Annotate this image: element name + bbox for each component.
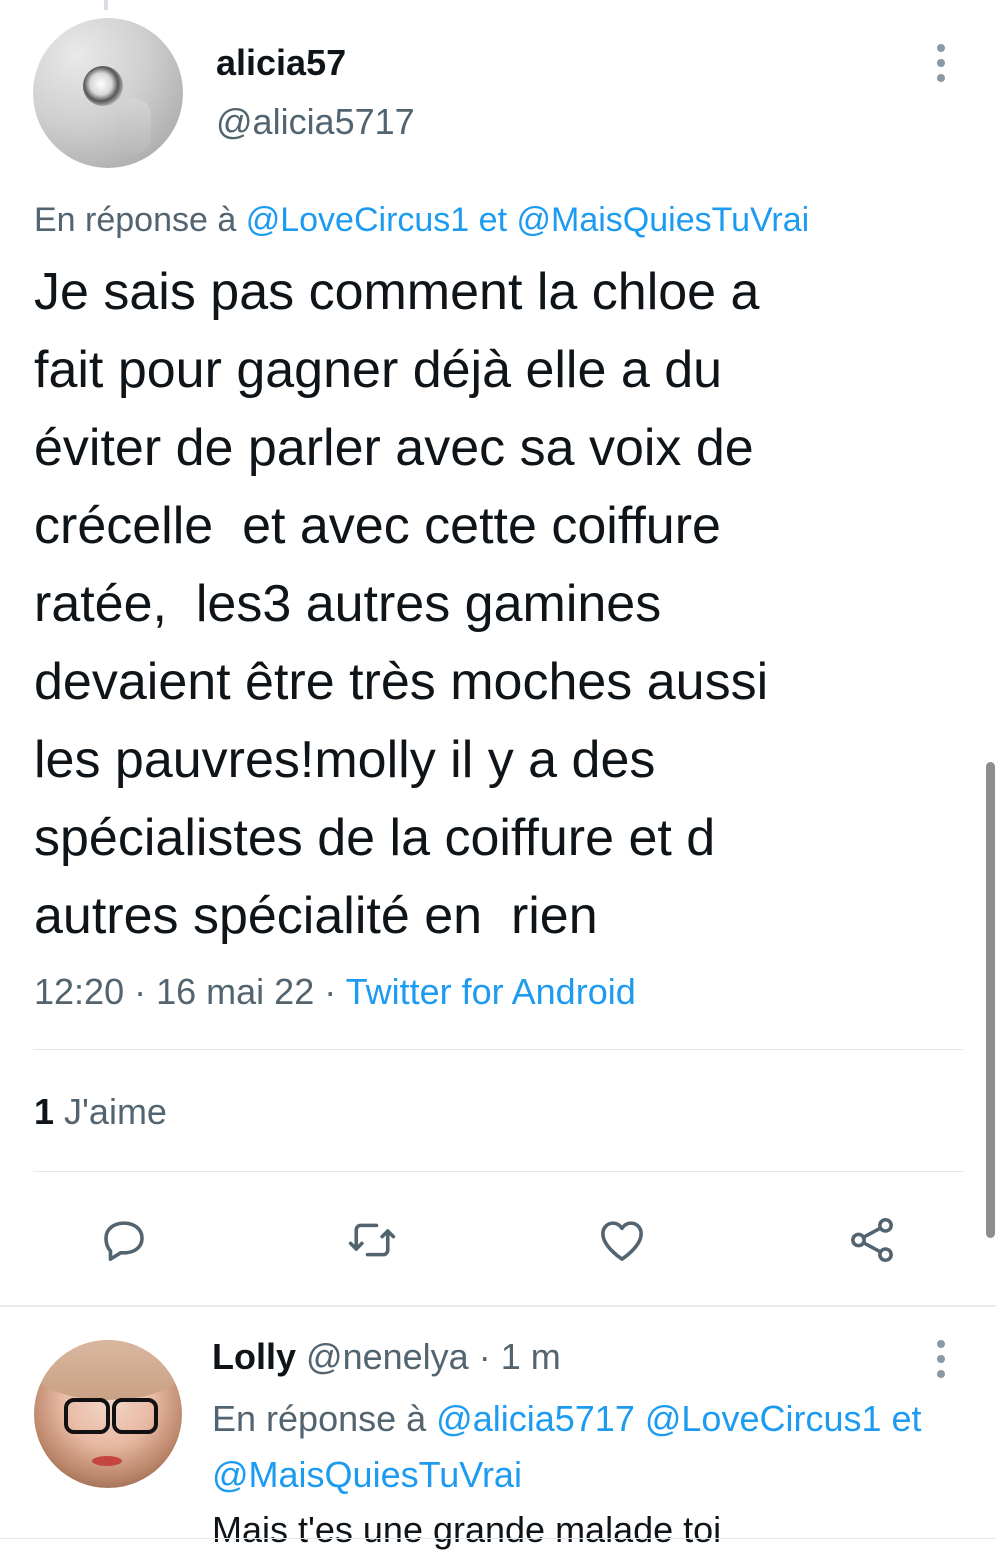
share-nodes-icon bbox=[851, 1217, 893, 1263]
main-tweet: alicia57 @alicia5717 En réponse à @LoveC… bbox=[0, 0, 996, 1305]
heart-icon bbox=[601, 1221, 643, 1261]
bottom-bar-edge bbox=[0, 1538, 996, 1539]
mention-link[interactable]: @alicia5717 bbox=[436, 1398, 635, 1439]
likes-count: 1 bbox=[34, 1091, 55, 1132]
reply-to-line: En réponse à @LoveCircus1 et @MaisQuiesT… bbox=[34, 198, 809, 242]
display-name[interactable]: Lolly bbox=[212, 1336, 296, 1377]
divider bbox=[33, 1171, 963, 1172]
reply-to-line: En réponse à @alicia5717 @LoveCircus1 et… bbox=[212, 1391, 972, 1503]
tweet-text: Je sais pas comment la chloe a fait pour… bbox=[34, 263, 769, 945]
reply-to-prefix: En réponse à bbox=[212, 1398, 427, 1439]
display-name[interactable]: alicia57 bbox=[216, 40, 346, 86]
mention-link[interactable]: @MaisQuiesTuVrai bbox=[212, 1454, 522, 1495]
avatar[interactable] bbox=[33, 18, 183, 168]
tweet-date[interactable]: 16 mai 22 bbox=[156, 971, 314, 1012]
tweet-text: Mais t'es une grande malade toi bbox=[212, 1509, 722, 1550]
more-options-icon[interactable] bbox=[926, 38, 956, 88]
share-button[interactable] bbox=[844, 1212, 900, 1268]
reply-tweet[interactable]: Lolly @nenelya · 1 m En réponse à @alici… bbox=[0, 1307, 996, 1554]
avatar-image-detail bbox=[64, 1398, 158, 1434]
retweet-arrows-icon bbox=[348, 1223, 396, 1257]
avatar-image-detail bbox=[117, 98, 151, 154]
tweet-meta: 12:20 · 16 mai 22 · Twitter for Android bbox=[34, 969, 636, 1015]
like-button[interactable] bbox=[594, 1212, 650, 1268]
meta-separator: · bbox=[324, 971, 337, 1012]
avatar-image-detail bbox=[83, 66, 123, 106]
reply-to-conjunction[interactable]: et bbox=[892, 1398, 922, 1439]
likes-label: J'aime bbox=[64, 1091, 167, 1132]
avatar[interactable] bbox=[34, 1340, 182, 1488]
user-handle[interactable]: @alicia5717 bbox=[216, 99, 415, 145]
meta-separator: · bbox=[478, 1336, 491, 1377]
likes-summary[interactable]: 1 J'aime bbox=[34, 1089, 167, 1135]
divider bbox=[33, 1049, 963, 1050]
tweet-source-link[interactable]: Twitter for Android bbox=[346, 971, 636, 1012]
user-handle[interactable]: @nenelya bbox=[306, 1336, 469, 1377]
scrollbar[interactable] bbox=[986, 762, 995, 1238]
mention-link[interactable]: @MaisQuiesTuVrai bbox=[516, 201, 809, 239]
reply-to-conjunction[interactable]: et bbox=[479, 201, 507, 239]
mention-link[interactable]: @LoveCircus1 bbox=[645, 1398, 882, 1439]
reply-button[interactable] bbox=[96, 1212, 152, 1268]
reply-bubble-icon bbox=[104, 1221, 144, 1261]
meta-separator: · bbox=[134, 971, 147, 1012]
avatar-image-detail bbox=[92, 1456, 122, 1466]
reply-header: Lolly @nenelya · 1 m bbox=[212, 1334, 561, 1380]
retweet-button[interactable] bbox=[344, 1212, 400, 1268]
avatar-image-detail bbox=[34, 1340, 182, 1400]
reply-to-prefix: En réponse à bbox=[34, 201, 237, 239]
mention-link[interactable]: @LoveCircus1 bbox=[246, 201, 470, 239]
more-options-icon[interactable] bbox=[926, 1334, 956, 1384]
tweet-age[interactable]: 1 m bbox=[501, 1336, 561, 1377]
tweet-time[interactable]: 12:20 bbox=[34, 971, 124, 1012]
